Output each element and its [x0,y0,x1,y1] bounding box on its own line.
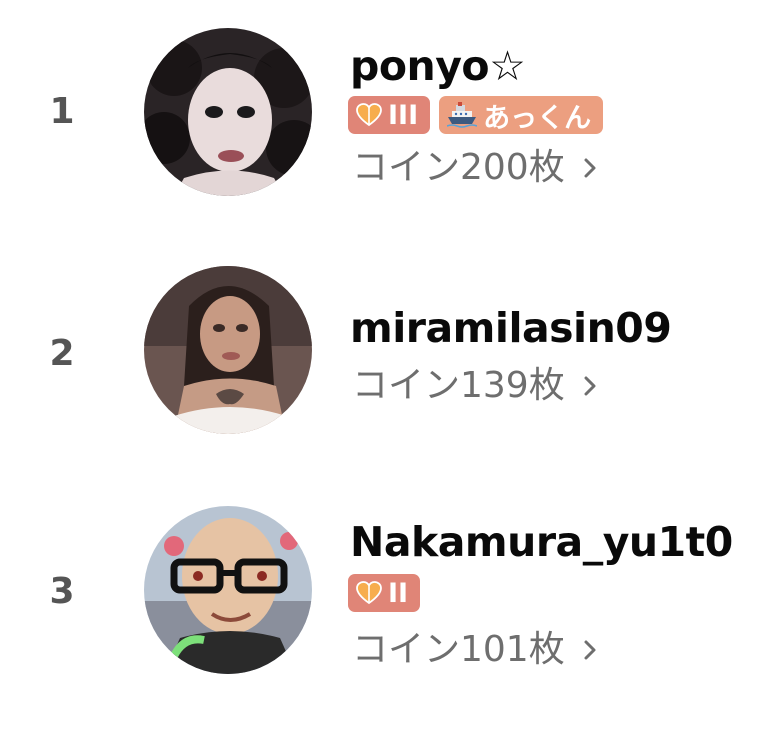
ranking-row-1[interactable]: 1 ponyo☆ III あっくん コイン200枚 [0,22,779,202]
coin-count-label: コイン200枚 [352,147,565,188]
coin-count[interactable]: コイン200枚 [352,150,597,186]
heart-icon [356,103,382,127]
fan-club-label: あっくん [483,102,592,134]
username[interactable]: ponyo☆ [350,46,526,87]
level-badge[interactable]: II [348,574,421,612]
heart-icon [356,581,382,605]
coin-count[interactable]: コイン101枚 [352,632,597,668]
ranking-row-3[interactable]: 3 Nakamura_yu1t0 II コイン101枚 [0,502,779,682]
coin-count-label: コイン139枚 [352,365,565,406]
level-label: II [388,577,409,609]
chevron-right-icon [583,157,597,179]
chevron-right-icon [583,375,597,397]
fan-club-badge[interactable]: あっくん [439,96,604,134]
avatar[interactable] [144,506,312,674]
rank-number: 2 [49,333,75,374]
username[interactable]: Nakamura_yu1t0 [350,522,733,563]
username[interactable]: miramilasin09 [350,308,672,349]
ranking-row-2[interactable]: 2 miramilasin09 コイン139枚 [0,262,779,442]
rank-number: 3 [49,571,75,612]
ship-icon [447,102,478,128]
level-label: III [388,99,419,131]
badge-group: II [348,574,421,612]
level-badge[interactable]: III [348,96,431,134]
avatar[interactable] [144,266,312,434]
rank-number: 1 [49,91,75,132]
chevron-right-icon [583,639,597,661]
badge-group: III あっくん [348,96,604,134]
coin-count[interactable]: コイン139枚 [352,368,597,404]
coin-count-label: コイン101枚 [352,629,565,670]
avatar[interactable] [144,28,312,196]
